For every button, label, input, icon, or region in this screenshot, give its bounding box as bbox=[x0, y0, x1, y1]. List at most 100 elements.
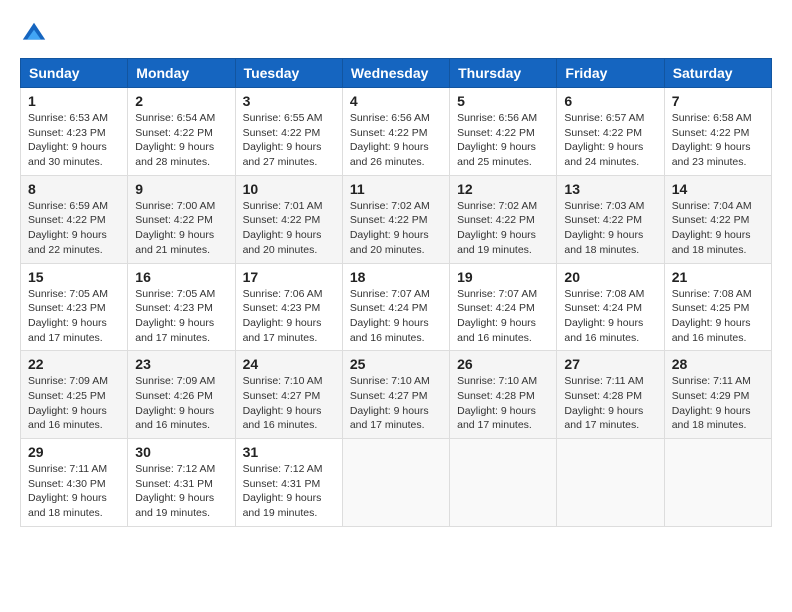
calendar-cell: 29 Sunrise: 7:11 AM Sunset: 4:30 PM Dayl… bbox=[21, 439, 128, 527]
day-number: 22 bbox=[28, 356, 120, 372]
header-monday: Monday bbox=[128, 59, 235, 88]
day-number: 1 bbox=[28, 93, 120, 109]
day-info: Sunrise: 6:59 AM Sunset: 4:22 PM Dayligh… bbox=[28, 199, 120, 258]
header-tuesday: Tuesday bbox=[235, 59, 342, 88]
header-friday: Friday bbox=[557, 59, 664, 88]
day-info: Sunrise: 7:07 AM Sunset: 4:24 PM Dayligh… bbox=[457, 287, 549, 346]
day-info: Sunrise: 7:06 AM Sunset: 4:23 PM Dayligh… bbox=[243, 287, 335, 346]
calendar-cell: 15 Sunrise: 7:05 AM Sunset: 4:23 PM Dayl… bbox=[21, 263, 128, 351]
day-info: Sunrise: 7:11 AM Sunset: 4:28 PM Dayligh… bbox=[564, 374, 656, 433]
calendar-cell bbox=[450, 439, 557, 527]
header-thursday: Thursday bbox=[450, 59, 557, 88]
day-info: Sunrise: 6:55 AM Sunset: 4:22 PM Dayligh… bbox=[243, 111, 335, 170]
calendar-cell: 5 Sunrise: 6:56 AM Sunset: 4:22 PM Dayli… bbox=[450, 88, 557, 176]
calendar-cell: 26 Sunrise: 7:10 AM Sunset: 4:28 PM Dayl… bbox=[450, 351, 557, 439]
logo bbox=[20, 20, 52, 48]
calendar-cell: 11 Sunrise: 7:02 AM Sunset: 4:22 PM Dayl… bbox=[342, 175, 449, 263]
week-row-1: 1 Sunrise: 6:53 AM Sunset: 4:23 PM Dayli… bbox=[21, 88, 772, 176]
day-number: 19 bbox=[457, 269, 549, 285]
day-number: 31 bbox=[243, 444, 335, 460]
day-info: Sunrise: 7:10 AM Sunset: 4:27 PM Dayligh… bbox=[350, 374, 442, 433]
day-info: Sunrise: 7:00 AM Sunset: 4:22 PM Dayligh… bbox=[135, 199, 227, 258]
calendar-cell: 18 Sunrise: 7:07 AM Sunset: 4:24 PM Dayl… bbox=[342, 263, 449, 351]
calendar-cell: 7 Sunrise: 6:58 AM Sunset: 4:22 PM Dayli… bbox=[664, 88, 771, 176]
day-info: Sunrise: 7:05 AM Sunset: 4:23 PM Dayligh… bbox=[135, 287, 227, 346]
calendar-cell: 1 Sunrise: 6:53 AM Sunset: 4:23 PM Dayli… bbox=[21, 88, 128, 176]
calendar-cell: 10 Sunrise: 7:01 AM Sunset: 4:22 PM Dayl… bbox=[235, 175, 342, 263]
day-info: Sunrise: 7:05 AM Sunset: 4:23 PM Dayligh… bbox=[28, 287, 120, 346]
calendar-cell: 4 Sunrise: 6:56 AM Sunset: 4:22 PM Dayli… bbox=[342, 88, 449, 176]
calendar-cell bbox=[342, 439, 449, 527]
day-info: Sunrise: 7:08 AM Sunset: 4:25 PM Dayligh… bbox=[672, 287, 764, 346]
day-info: Sunrise: 6:56 AM Sunset: 4:22 PM Dayligh… bbox=[457, 111, 549, 170]
day-number: 20 bbox=[564, 269, 656, 285]
day-number: 25 bbox=[350, 356, 442, 372]
header-saturday: Saturday bbox=[664, 59, 771, 88]
day-info: Sunrise: 7:10 AM Sunset: 4:27 PM Dayligh… bbox=[243, 374, 335, 433]
day-info: Sunrise: 7:04 AM Sunset: 4:22 PM Dayligh… bbox=[672, 199, 764, 258]
day-number: 17 bbox=[243, 269, 335, 285]
calendar-cell: 16 Sunrise: 7:05 AM Sunset: 4:23 PM Dayl… bbox=[128, 263, 235, 351]
calendar-cell: 22 Sunrise: 7:09 AM Sunset: 4:25 PM Dayl… bbox=[21, 351, 128, 439]
day-number: 6 bbox=[564, 93, 656, 109]
day-number: 7 bbox=[672, 93, 764, 109]
day-number: 23 bbox=[135, 356, 227, 372]
calendar-cell: 13 Sunrise: 7:03 AM Sunset: 4:22 PM Dayl… bbox=[557, 175, 664, 263]
calendar-cell: 31 Sunrise: 7:12 AM Sunset: 4:31 PM Dayl… bbox=[235, 439, 342, 527]
day-info: Sunrise: 6:54 AM Sunset: 4:22 PM Dayligh… bbox=[135, 111, 227, 170]
day-number: 12 bbox=[457, 181, 549, 197]
calendar-cell: 3 Sunrise: 6:55 AM Sunset: 4:22 PM Dayli… bbox=[235, 88, 342, 176]
calendar-cell: 27 Sunrise: 7:11 AM Sunset: 4:28 PM Dayl… bbox=[557, 351, 664, 439]
calendar-cell bbox=[557, 439, 664, 527]
calendar-table: SundayMondayTuesdayWednesdayThursdayFrid… bbox=[20, 58, 772, 527]
calendar-cell: 23 Sunrise: 7:09 AM Sunset: 4:26 PM Dayl… bbox=[128, 351, 235, 439]
day-info: Sunrise: 7:11 AM Sunset: 4:29 PM Dayligh… bbox=[672, 374, 764, 433]
week-row-5: 29 Sunrise: 7:11 AM Sunset: 4:30 PM Dayl… bbox=[21, 439, 772, 527]
calendar-cell: 21 Sunrise: 7:08 AM Sunset: 4:25 PM Dayl… bbox=[664, 263, 771, 351]
day-info: Sunrise: 6:56 AM Sunset: 4:22 PM Dayligh… bbox=[350, 111, 442, 170]
day-number: 24 bbox=[243, 356, 335, 372]
day-info: Sunrise: 7:09 AM Sunset: 4:25 PM Dayligh… bbox=[28, 374, 120, 433]
day-info: Sunrise: 7:01 AM Sunset: 4:22 PM Dayligh… bbox=[243, 199, 335, 258]
logo-icon bbox=[20, 20, 48, 48]
day-info: Sunrise: 7:08 AM Sunset: 4:24 PM Dayligh… bbox=[564, 287, 656, 346]
day-number: 15 bbox=[28, 269, 120, 285]
calendar-cell: 14 Sunrise: 7:04 AM Sunset: 4:22 PM Dayl… bbox=[664, 175, 771, 263]
page-header bbox=[20, 20, 772, 48]
calendar-cell: 9 Sunrise: 7:00 AM Sunset: 4:22 PM Dayli… bbox=[128, 175, 235, 263]
day-info: Sunrise: 6:53 AM Sunset: 4:23 PM Dayligh… bbox=[28, 111, 120, 170]
calendar-cell: 19 Sunrise: 7:07 AM Sunset: 4:24 PM Dayl… bbox=[450, 263, 557, 351]
day-info: Sunrise: 7:09 AM Sunset: 4:26 PM Dayligh… bbox=[135, 374, 227, 433]
day-number: 30 bbox=[135, 444, 227, 460]
calendar-cell: 6 Sunrise: 6:57 AM Sunset: 4:22 PM Dayli… bbox=[557, 88, 664, 176]
day-info: Sunrise: 7:11 AM Sunset: 4:30 PM Dayligh… bbox=[28, 462, 120, 521]
calendar-cell: 20 Sunrise: 7:08 AM Sunset: 4:24 PM Dayl… bbox=[557, 263, 664, 351]
calendar-cell: 2 Sunrise: 6:54 AM Sunset: 4:22 PM Dayli… bbox=[128, 88, 235, 176]
calendar-cell: 12 Sunrise: 7:02 AM Sunset: 4:22 PM Dayl… bbox=[450, 175, 557, 263]
day-number: 16 bbox=[135, 269, 227, 285]
calendar-cell: 24 Sunrise: 7:10 AM Sunset: 4:27 PM Dayl… bbox=[235, 351, 342, 439]
day-info: Sunrise: 7:02 AM Sunset: 4:22 PM Dayligh… bbox=[350, 199, 442, 258]
day-info: Sunrise: 7:07 AM Sunset: 4:24 PM Dayligh… bbox=[350, 287, 442, 346]
day-number: 21 bbox=[672, 269, 764, 285]
day-number: 11 bbox=[350, 181, 442, 197]
day-number: 8 bbox=[28, 181, 120, 197]
day-number: 13 bbox=[564, 181, 656, 197]
calendar-cell: 8 Sunrise: 6:59 AM Sunset: 4:22 PM Dayli… bbox=[21, 175, 128, 263]
day-info: Sunrise: 6:58 AM Sunset: 4:22 PM Dayligh… bbox=[672, 111, 764, 170]
day-number: 27 bbox=[564, 356, 656, 372]
header-wednesday: Wednesday bbox=[342, 59, 449, 88]
day-info: Sunrise: 7:02 AM Sunset: 4:22 PM Dayligh… bbox=[457, 199, 549, 258]
day-number: 2 bbox=[135, 93, 227, 109]
day-number: 10 bbox=[243, 181, 335, 197]
day-info: Sunrise: 7:03 AM Sunset: 4:22 PM Dayligh… bbox=[564, 199, 656, 258]
day-number: 18 bbox=[350, 269, 442, 285]
calendar-cell: 30 Sunrise: 7:12 AM Sunset: 4:31 PM Dayl… bbox=[128, 439, 235, 527]
calendar-cell bbox=[664, 439, 771, 527]
day-number: 4 bbox=[350, 93, 442, 109]
week-row-2: 8 Sunrise: 6:59 AM Sunset: 4:22 PM Dayli… bbox=[21, 175, 772, 263]
calendar-header-row: SundayMondayTuesdayWednesdayThursdayFrid… bbox=[21, 59, 772, 88]
day-info: Sunrise: 7:12 AM Sunset: 4:31 PM Dayligh… bbox=[135, 462, 227, 521]
week-row-4: 22 Sunrise: 7:09 AM Sunset: 4:25 PM Dayl… bbox=[21, 351, 772, 439]
day-info: Sunrise: 7:12 AM Sunset: 4:31 PM Dayligh… bbox=[243, 462, 335, 521]
